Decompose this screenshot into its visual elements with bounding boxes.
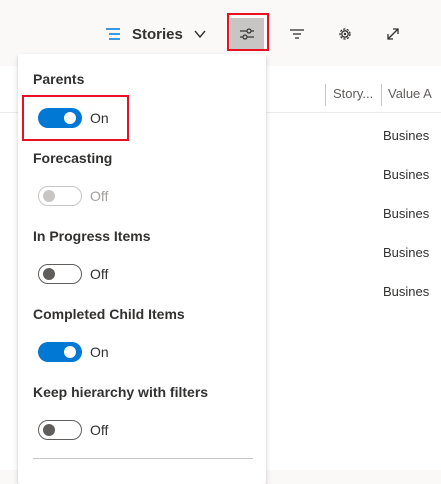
sliders-icon <box>240 28 254 40</box>
settings-button[interactable] <box>328 18 362 50</box>
completed-child-items-toggle[interactable] <box>38 342 82 362</box>
grid-cell-value-area[interactable]: Busines <box>383 128 429 143</box>
toggle-knob <box>43 424 55 436</box>
forecasting-toggle <box>38 186 82 206</box>
view-options-panel: Parents On Forecasting Off In Progress I… <box>18 54 266 484</box>
backlog-level-selector[interactable]: Stories <box>104 20 207 48</box>
fullscreen-button[interactable] <box>376 18 410 50</box>
in-progress-items-toggle[interactable] <box>38 264 82 284</box>
backlog-level-label: Stories <box>132 25 183 43</box>
toggle-knob <box>64 346 76 358</box>
grid-cell-value-area[interactable]: Busines <box>383 284 429 299</box>
column-separator[interactable] <box>325 84 326 106</box>
view-options-button[interactable] <box>230 18 264 50</box>
gear-icon <box>339 28 351 40</box>
keep-hierarchy-state: Off <box>90 422 109 438</box>
forecasting-label: Forecasting <box>33 150 113 166</box>
toggle-knob <box>43 268 55 280</box>
toggle-knob <box>43 190 55 202</box>
parents-state: On <box>90 110 109 126</box>
expand-icon <box>387 28 399 40</box>
grid-cell-value-area[interactable]: Busines <box>383 167 429 182</box>
filter-icon <box>290 29 304 39</box>
column-separator[interactable] <box>381 84 382 106</box>
in-progress-items-label: In Progress Items <box>33 228 151 244</box>
panel-divider <box>33 458 253 459</box>
keep-hierarchy-label: Keep hierarchy with filters <box>33 384 209 400</box>
completed-child-items-label: Completed Child Items <box>33 306 185 322</box>
column-header-value[interactable]: Value A <box>388 86 432 101</box>
parents-toggle[interactable] <box>38 108 82 128</box>
filter-button[interactable] <box>280 18 314 50</box>
grid-cell-value-area[interactable]: Busines <box>383 206 429 221</box>
completed-child-items-state: On <box>90 344 109 360</box>
toggle-knob <box>64 112 76 124</box>
in-progress-items-state: Off <box>90 266 109 282</box>
list-lines-icon <box>106 28 120 40</box>
column-header-story[interactable]: Story... <box>333 86 373 101</box>
grid-cell-value-area[interactable]: Busines <box>383 245 429 260</box>
parents-label: Parents <box>33 71 85 87</box>
forecasting-state: Off <box>90 188 109 204</box>
keep-hierarchy-toggle[interactable] <box>38 420 82 440</box>
chevron-down-icon <box>194 30 206 39</box>
